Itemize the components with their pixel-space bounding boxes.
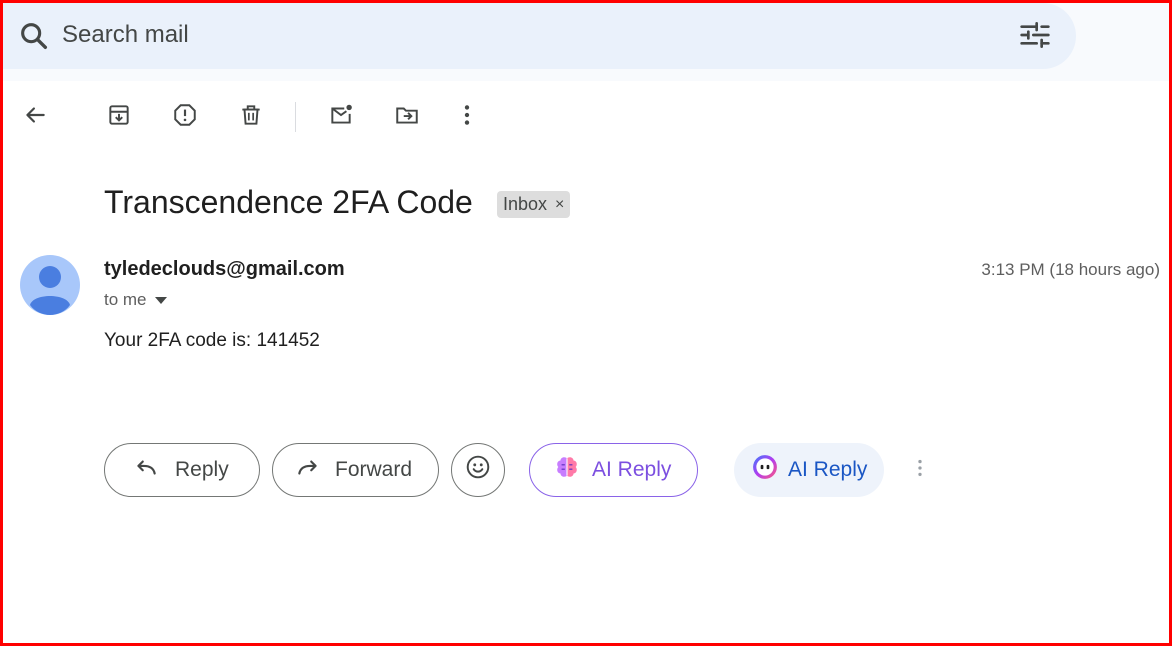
reply-label: Reply [175, 458, 229, 481]
back-button[interactable] [16, 98, 54, 136]
reply-icon [133, 454, 159, 486]
caret-down-icon[interactable] [154, 290, 167, 310]
mark-unread-icon [328, 102, 354, 133]
more-actions-button[interactable] [905, 455, 935, 485]
search-icon[interactable] [17, 19, 51, 53]
archive-button[interactable] [100, 98, 138, 136]
report-spam-icon [172, 102, 198, 133]
inbox-label-chip[interactable]: Inbox × [497, 191, 571, 218]
search-bar[interactable]: Search mail [3, 3, 1076, 69]
search-options-icon[interactable] [1015, 15, 1055, 55]
forward-button[interactable]: Forward [272, 443, 439, 497]
move-to-button[interactable] [388, 98, 426, 136]
arrow-back-icon [22, 102, 48, 133]
ai-reply-button-primary[interactable]: AI Reply [529, 443, 698, 497]
more-vert-icon [909, 457, 931, 484]
emoji-icon [465, 454, 491, 486]
recipient-label: to me [104, 290, 147, 309]
sender-email[interactable]: tyledeclouds@gmail.com [104, 258, 345, 281]
remove-label-icon[interactable]: × [555, 196, 564, 214]
archive-icon [106, 102, 132, 133]
email-subject: Transcendence 2FA Code [104, 184, 473, 220]
ai-assistant-icon [752, 454, 778, 486]
ai-reply-label-primary: AI Reply [592, 458, 672, 481]
reply-button[interactable]: Reply [104, 443, 260, 497]
forward-label: Forward [335, 458, 413, 481]
email-body: Your 2FA code is: 141452 [104, 330, 320, 351]
delete-button[interactable] [232, 98, 270, 136]
highlight-frame [0, 0, 1172, 646]
recipient-details[interactable]: to me [104, 290, 167, 310]
more-vert-icon [454, 102, 480, 133]
label-text: Inbox [503, 194, 548, 214]
delete-icon [238, 102, 264, 133]
more-options-button[interactable] [448, 98, 486, 136]
forward-icon [295, 454, 321, 486]
avatar[interactable] [20, 255, 80, 315]
email-timestamp: 3:13 PM (18 hours ago) [981, 260, 1160, 279]
emoji-reaction-button[interactable] [451, 443, 505, 497]
ai-reply-button-secondary[interactable]: AI Reply [734, 443, 884, 497]
move-to-icon [394, 102, 420, 133]
mark-unread-button[interactable] [322, 98, 360, 136]
search-input[interactable]: Search mail [62, 21, 189, 49]
brain-icon [554, 454, 580, 486]
ai-reply-label-secondary: AI Reply [788, 458, 868, 481]
toolbar-divider [295, 102, 296, 132]
report-spam-button[interactable] [166, 98, 204, 136]
